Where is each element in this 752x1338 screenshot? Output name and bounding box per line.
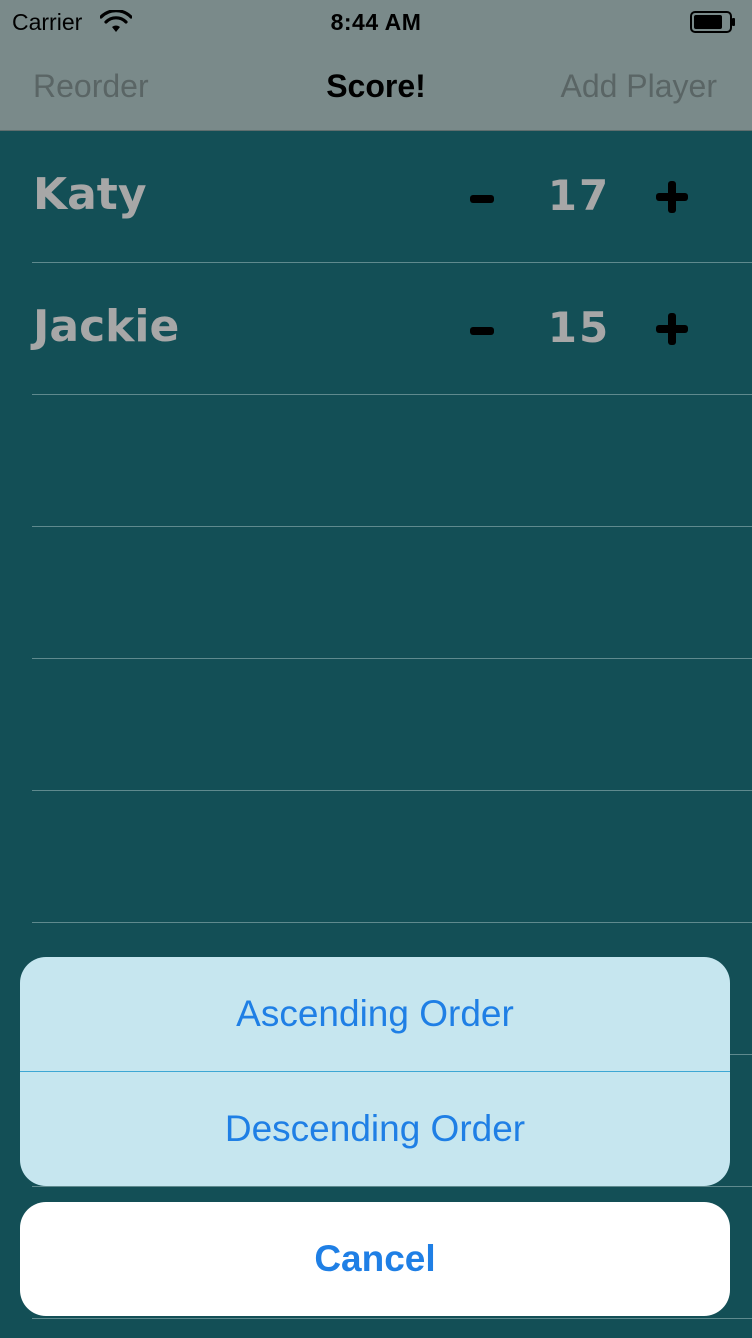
descending-order-button[interactable]: Descending Order [20, 1072, 730, 1186]
ascending-order-button[interactable]: Ascending Order [20, 957, 730, 1071]
action-sheet: Ascending Order Descending Order [20, 957, 730, 1186]
cancel-button[interactable]: Cancel [20, 1202, 730, 1316]
